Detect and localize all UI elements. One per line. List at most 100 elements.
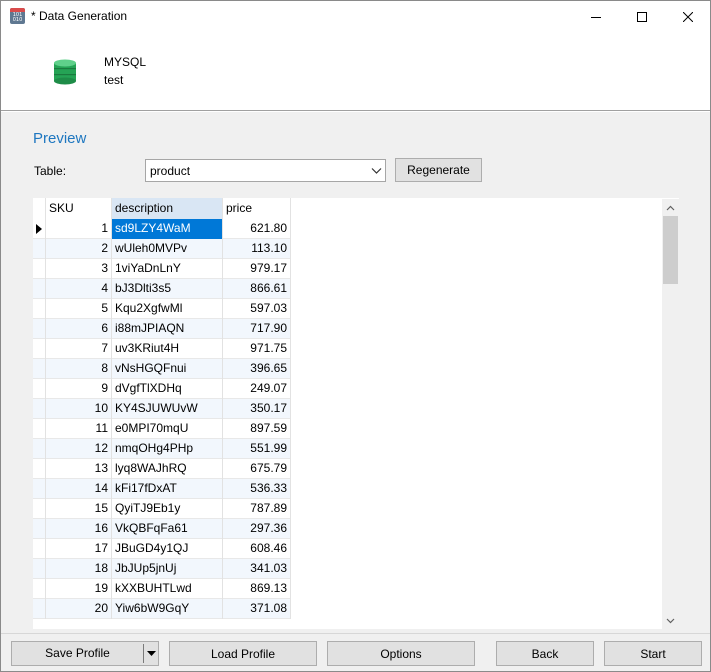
table-row[interactable]: 18 JbJUp5jnUj 341.03 bbox=[33, 559, 291, 579]
table-row[interactable]: 2 wUleh0MVPv 113.10 bbox=[33, 239, 291, 259]
table-row[interactable]: 14 kFi17fDxAT 536.33 bbox=[33, 479, 291, 499]
cell-sku[interactable]: 11 bbox=[46, 419, 112, 439]
cell-description[interactable]: 1viYaDnLnY bbox=[112, 259, 223, 279]
cell-price[interactable]: 675.79 bbox=[223, 459, 291, 479]
cell-sku[interactable]: 3 bbox=[46, 259, 112, 279]
cell-description[interactable]: KY4SJUWUvW bbox=[112, 399, 223, 419]
column-header-price[interactable]: price bbox=[223, 198, 291, 219]
table-row[interactable]: 10 KY4SJUWUvW 350.17 bbox=[33, 399, 291, 419]
cell-description[interactable]: bJ3Dlti3s5 bbox=[112, 279, 223, 299]
cell-description[interactable]: QyiTJ9Eb1y bbox=[112, 499, 223, 519]
minimize-button[interactable] bbox=[573, 1, 619, 32]
cell-description[interactable]: nmqOHg4PHp bbox=[112, 439, 223, 459]
cell-description[interactable]: dVgfTlXDHq bbox=[112, 379, 223, 399]
save-profile-split-button[interactable]: Save Profile bbox=[11, 641, 159, 666]
table-row[interactable]: 9 dVgfTlXDHq 249.07 bbox=[33, 379, 291, 399]
cell-description[interactable]: kFi17fDxAT bbox=[112, 479, 223, 499]
row-header[interactable] bbox=[33, 379, 46, 399]
cell-sku[interactable]: 14 bbox=[46, 479, 112, 499]
save-profile-dropdown[interactable] bbox=[144, 642, 158, 665]
cell-price[interactable]: 297.36 bbox=[223, 519, 291, 539]
table-row[interactable]: 8 vNsHGQFnui 396.65 bbox=[33, 359, 291, 379]
cell-price[interactable]: 608.46 bbox=[223, 539, 291, 559]
cell-price[interactable]: 536.33 bbox=[223, 479, 291, 499]
row-header[interactable] bbox=[33, 539, 46, 559]
cell-sku[interactable]: 7 bbox=[46, 339, 112, 359]
close-button[interactable] bbox=[665, 1, 711, 32]
cell-price[interactable]: 113.10 bbox=[223, 239, 291, 259]
cell-price[interactable]: 249.07 bbox=[223, 379, 291, 399]
table-row[interactable]: 19 kXXBUHTLwd 869.13 bbox=[33, 579, 291, 599]
scroll-thumb[interactable] bbox=[663, 216, 678, 284]
cell-price[interactable]: 869.13 bbox=[223, 579, 291, 599]
table-row[interactable]: 20 Yiw6bW9GqY 371.08 bbox=[33, 599, 291, 619]
table-row[interactable]: 3 1viYaDnLnY 979.17 bbox=[33, 259, 291, 279]
cell-description[interactable]: Yiw6bW9GqY bbox=[112, 599, 223, 619]
cell-sku[interactable]: 19 bbox=[46, 579, 112, 599]
row-header[interactable] bbox=[33, 599, 46, 619]
preview-grid[interactable]: SKU description price 1 sd9LZY4WaM 621.80 2… bbox=[33, 198, 679, 629]
cell-sku[interactable]: 2 bbox=[46, 239, 112, 259]
cell-price[interactable]: 717.90 bbox=[223, 319, 291, 339]
row-header[interactable] bbox=[33, 279, 46, 299]
table-row[interactable]: 15 QyiTJ9Eb1y 787.89 bbox=[33, 499, 291, 519]
cell-description[interactable]: uv3KRiut4H bbox=[112, 339, 223, 359]
cell-sku[interactable]: 1 bbox=[46, 219, 112, 239]
table-row[interactable]: 12 nmqOHg4PHp 551.99 bbox=[33, 439, 291, 459]
row-header[interactable] bbox=[33, 499, 46, 519]
cell-price[interactable]: 597.03 bbox=[223, 299, 291, 319]
cell-sku[interactable]: 8 bbox=[46, 359, 112, 379]
cell-price[interactable]: 551.99 bbox=[223, 439, 291, 459]
table-select[interactable]: product bbox=[145, 159, 386, 182]
cell-sku[interactable]: 17 bbox=[46, 539, 112, 559]
cell-sku[interactable]: 4 bbox=[46, 279, 112, 299]
row-header[interactable] bbox=[33, 219, 46, 239]
row-header[interactable] bbox=[33, 559, 46, 579]
options-button[interactable]: Options bbox=[327, 641, 475, 666]
cell-price[interactable]: 371.08 bbox=[223, 599, 291, 619]
table-row[interactable]: 5 Kqu2XgfwMl 597.03 bbox=[33, 299, 291, 319]
cell-description[interactable]: vNsHGQFnui bbox=[112, 359, 223, 379]
table-row[interactable]: 11 e0MPI70mqU 897.59 bbox=[33, 419, 291, 439]
cell-description[interactable]: e0MPI70mqU bbox=[112, 419, 223, 439]
table-row[interactable]: 1 sd9LZY4WaM 621.80 bbox=[33, 219, 291, 239]
scroll-down-button[interactable] bbox=[662, 612, 679, 629]
row-header[interactable] bbox=[33, 459, 46, 479]
back-button[interactable]: Back bbox=[496, 641, 594, 666]
table-row[interactable]: 13 lyq8WAJhRQ 675.79 bbox=[33, 459, 291, 479]
start-button[interactable]: Start bbox=[604, 641, 702, 666]
row-header[interactable] bbox=[33, 419, 46, 439]
cell-description[interactable]: Kqu2XgfwMl bbox=[112, 299, 223, 319]
cell-price[interactable]: 350.17 bbox=[223, 399, 291, 419]
table-row[interactable]: 16 VkQBFqFa61 297.36 bbox=[33, 519, 291, 539]
row-header[interactable] bbox=[33, 239, 46, 259]
cell-description[interactable]: sd9LZY4WaM bbox=[112, 219, 223, 239]
row-header[interactable] bbox=[33, 319, 46, 339]
cell-description[interactable]: JBuGD4y1QJ bbox=[112, 539, 223, 559]
cell-price[interactable]: 787.89 bbox=[223, 499, 291, 519]
cell-price[interactable]: 621.80 bbox=[223, 219, 291, 239]
cell-description[interactable]: JbJUp5jnUj bbox=[112, 559, 223, 579]
load-profile-button[interactable]: Load Profile bbox=[169, 641, 317, 666]
regenerate-button[interactable]: Regenerate bbox=[395, 158, 482, 182]
cell-sku[interactable]: 13 bbox=[46, 459, 112, 479]
table-row[interactable]: 6 i88mJPIAQN 717.90 bbox=[33, 319, 291, 339]
row-header[interactable] bbox=[33, 259, 46, 279]
cell-description[interactable]: i88mJPIAQN bbox=[112, 319, 223, 339]
cell-description[interactable]: lyq8WAJhRQ bbox=[112, 459, 223, 479]
row-header[interactable] bbox=[33, 339, 46, 359]
cell-sku[interactable]: 9 bbox=[46, 379, 112, 399]
row-header[interactable] bbox=[33, 479, 46, 499]
cell-price[interactable]: 897.59 bbox=[223, 419, 291, 439]
column-header-description[interactable]: description bbox=[112, 198, 223, 219]
table-row[interactable]: 7 uv3KRiut4H 971.75 bbox=[33, 339, 291, 359]
cell-price[interactable]: 866.61 bbox=[223, 279, 291, 299]
row-header[interactable] bbox=[33, 359, 46, 379]
cell-description[interactable]: kXXBUHTLwd bbox=[112, 579, 223, 599]
cell-price[interactable]: 396.65 bbox=[223, 359, 291, 379]
cell-sku[interactable]: 10 bbox=[46, 399, 112, 419]
cell-sku[interactable]: 20 bbox=[46, 599, 112, 619]
scroll-up-button[interactable] bbox=[662, 199, 679, 216]
cell-price[interactable]: 971.75 bbox=[223, 339, 291, 359]
cell-sku[interactable]: 15 bbox=[46, 499, 112, 519]
